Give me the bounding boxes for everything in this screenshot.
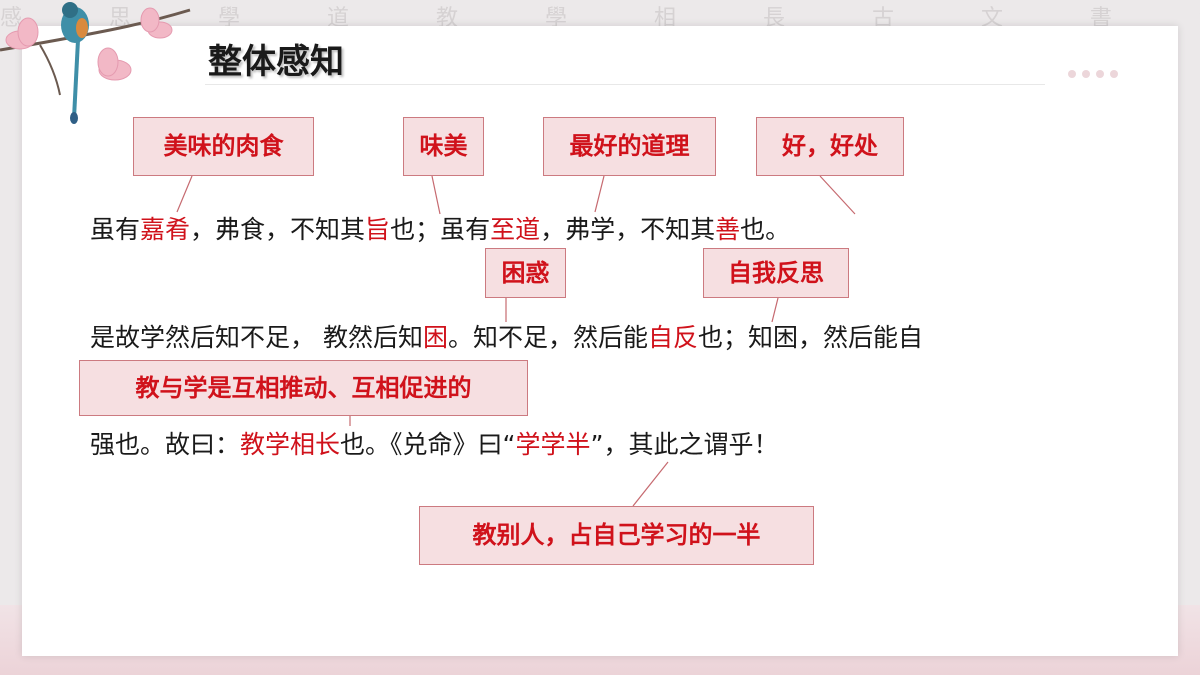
annotation-box-zuihao-daoli: 最好的道理	[543, 117, 716, 176]
highlight-xuexueban: 学学半	[515, 430, 591, 459]
text-segment: 虽有	[90, 215, 141, 244]
text-segment: 强也。故曰：	[90, 430, 241, 459]
text-segment: ，弗食，不知其	[190, 215, 366, 244]
page-title: 整体感知	[208, 42, 344, 82]
highlight-jiayao: 嘉肴	[140, 215, 191, 244]
text-segment: ，弗学，不知其	[540, 215, 716, 244]
title-divider	[205, 84, 1045, 85]
highlight-zhi: 旨	[365, 215, 391, 244]
text-segment: 也；虽有	[390, 215, 491, 244]
text-segment: 也。	[740, 215, 791, 244]
highlight-zifan: 自反	[647, 323, 698, 352]
text-segment: 也；知困，然后能自	[698, 323, 924, 352]
annotation-box-ziwo-fansi: 自我反思	[703, 248, 849, 298]
highlight-kun: 困	[422, 323, 448, 352]
text-segment: 也。《兑命》曰“	[340, 430, 516, 459]
bird-magnolia-decoration	[0, 2, 191, 124]
highlight-jiaoxue-xiangzhang: 教学相长	[240, 430, 341, 459]
annotation-box-jiao-bieren: 教别人，占自己学习的一半	[419, 506, 814, 565]
annotation-box-hao-haochu: 好，好处	[756, 117, 904, 176]
highlight-zhidao: 至道	[490, 215, 541, 244]
text-segment: ”，其此之谓乎！	[590, 430, 779, 459]
text-segment: 是故学然后知不足， 教然后知	[90, 323, 423, 352]
text-segment: 。知不足，然后能	[447, 323, 648, 352]
annotation-box-weimei: 味美	[403, 117, 484, 176]
decorative-dots	[1068, 70, 1118, 78]
annotation-box-kunhuo: 困惑	[485, 248, 566, 298]
text-line-1: 虽有嘉肴，弗食，不知其旨也；虽有至道，弗学，不知其善也。	[90, 210, 790, 246]
annotation-box-meiwei-rou: 美味的肉食	[133, 117, 314, 176]
highlight-shan: 善	[715, 215, 741, 244]
text-line-3: 强也。故曰：教学相长也。《兑命》曰“学学半”，其此之谓乎！	[90, 425, 778, 461]
text-line-2: 是故学然后知不足， 教然后知困。知不足，然后能自反也；知困，然后能自	[90, 318, 923, 354]
annotation-box-jiao-xue-hutui: 教与学是互相推动、互相促进的	[79, 360, 528, 416]
